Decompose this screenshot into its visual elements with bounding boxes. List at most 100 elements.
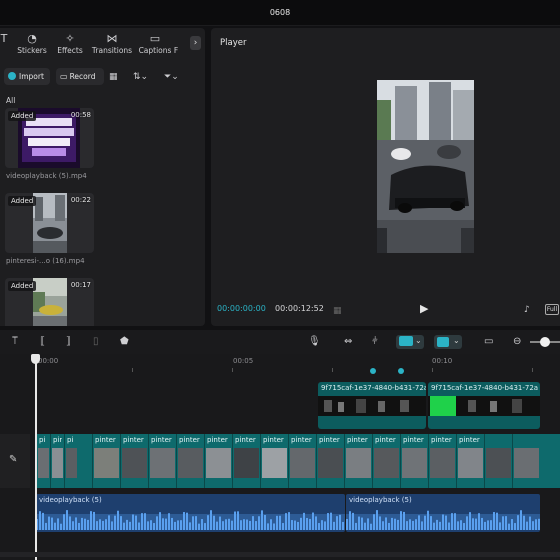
link-icon[interactable]: ⇔: [344, 335, 352, 349]
zoom-slider-handle[interactable]: [540, 337, 550, 347]
added-badge: Added: [8, 196, 37, 206]
ruler-label: 00:05: [233, 357, 254, 365]
import-icon: [8, 72, 16, 80]
filter-funnel-icon[interactable]: ⏷⌄: [164, 71, 179, 83]
keyframe-marker[interactable]: [370, 368, 376, 374]
marker-icon[interactable]: ⬟: [120, 335, 129, 349]
tab-effects[interactable]: ✧ Effects: [48, 32, 92, 55]
video-clip[interactable]: pinter: [400, 434, 428, 488]
video-clip[interactable]: pinter: [92, 434, 120, 488]
current-time: 00:00:00:00: [217, 304, 266, 313]
video-clip[interactable]: pinter: [344, 434, 372, 488]
audio-waveform: [346, 510, 540, 530]
video-clip[interactable]: pinter: [372, 434, 400, 488]
video-clip[interactable]: [484, 434, 512, 488]
preview-axis-toggle[interactable]: ⌄: [434, 335, 462, 349]
video-clip[interactable]: pinter: [148, 434, 176, 488]
snap-icon[interactable]: ⫩: [372, 335, 378, 349]
tab-transitions[interactable]: ⋈ Transitions: [90, 32, 134, 55]
all-label: All: [6, 96, 16, 105]
video-clip[interactable]: pinter: [456, 434, 484, 488]
video-clip[interactable]: pinter: [316, 434, 344, 488]
timecode-grid-icon[interactable]: ▦: [333, 305, 342, 317]
audio-clip[interactable]: videoplayback (5): [36, 494, 345, 532]
audio-waveform: [36, 510, 345, 530]
thumbnail-toggle-icon[interactable]: ▭: [484, 335, 493, 349]
tab-filters[interactable]: F: [166, 32, 186, 55]
zoom-out-icon[interactable]: ⊖: [513, 335, 521, 349]
duration-label: 00:22: [70, 196, 91, 204]
player-panel: Player 00:00:00:00 00:00:12:52 ▦ ▶ ♪ Ful…: [211, 28, 560, 326]
added-badge: Added: [8, 281, 37, 291]
import-button[interactable]: Import: [4, 68, 50, 85]
main-track-tools: ✎: [0, 434, 30, 488]
video-preview[interactable]: [377, 80, 474, 253]
auto-snap-toggle[interactable]: ⌄: [396, 335, 424, 349]
timeline-toolbar: ⟙ ⟦ ⟧ ▯ ⬟ 🎙 ⇔ ⫩ ⌄ ⌄ ▭ ⊖: [0, 330, 560, 354]
overlay-clip[interactable]: 9f715caf-1e37-4840-b431-72a: [318, 382, 426, 429]
overlay-clip[interactable]: 9f715caf-1e37-4840-b431-72a: [428, 382, 540, 429]
media-item[interactable]: Added 00:17: [5, 278, 94, 326]
media-item[interactable]: Added 00:58: [5, 108, 94, 168]
clip-label: videoplayback (5): [39, 496, 102, 504]
timeline[interactable]: 00:00 00:05 00:10 9f715caf-1e37-4840-b43…: [0, 354, 560, 560]
media-panel: T ◔ Stickers ✧ Effects ⋈ Transitions ▭ C…: [0, 28, 205, 326]
tiktok-icon[interactable]: ♪: [524, 304, 530, 316]
chevron-down-icon: ⌄: [415, 336, 422, 345]
clip-label: 9f715caf-1e37-4840-b431-72a: [321, 384, 426, 392]
edit-pencil-icon[interactable]: ✎: [9, 454, 17, 465]
split-icon[interactable]: ⟙: [12, 335, 18, 349]
split-right-icon[interactable]: ⟧: [66, 335, 71, 349]
video-clip[interactable]: pinter: [120, 434, 148, 488]
video-clip[interactable]: pinter: [428, 434, 456, 488]
ruler-tick: [232, 368, 233, 372]
chevron-right-icon: ›: [193, 38, 198, 48]
title-bar: 0608: [0, 0, 560, 26]
clip-label: videoplayback (5): [349, 496, 412, 504]
audio-clip[interactable]: videoplayback (5): [346, 494, 540, 532]
video-clip[interactable]: pi: [36, 434, 50, 488]
filter-icon: [166, 32, 186, 46]
fullscreen-button[interactable]: Full: [545, 304, 559, 315]
video-clip[interactable]: pinter: [176, 434, 204, 488]
video-clip[interactable]: [512, 434, 540, 488]
ruler-tick: [432, 368, 433, 372]
play-button[interactable]: ▶: [420, 302, 428, 315]
record-button[interactable]: ▭ Record: [56, 68, 104, 85]
video-clip[interactable]: pinter: [260, 434, 288, 488]
total-time: 00:00:12:52: [275, 304, 324, 313]
ruler-tick: [132, 368, 133, 372]
video-clip[interactable]: pinter: [204, 434, 232, 488]
ruler-tick: [332, 368, 333, 372]
main-video-track[interactable]: pi pir pi pinter pinter pinter pinter pi…: [36, 434, 560, 488]
playhead-handle[interactable]: [31, 354, 40, 364]
zoom-slider[interactable]: [530, 337, 560, 347]
sort-icon[interactable]: ⇅⌄: [133, 71, 148, 83]
media-item[interactable]: Added 00:22: [5, 193, 94, 253]
effects-icon: ✧: [65, 32, 75, 45]
clip-frames: [428, 396, 540, 416]
play-icon: ▶: [420, 302, 429, 315]
media-filename: videoplayback (5).mp4: [6, 172, 87, 180]
microphone-icon[interactable]: 🎙: [308, 335, 321, 349]
video-clip[interactable]: pi: [64, 434, 78, 488]
added-badge: Added: [8, 111, 37, 121]
playhead[interactable]: [35, 354, 37, 560]
video-clip[interactable]: pinter: [288, 434, 316, 488]
ruler-label: 00:10: [432, 357, 453, 365]
tabs-scroll-right-button[interactable]: ›: [190, 36, 201, 50]
split-left-icon[interactable]: ⟦: [40, 335, 45, 349]
player-title: Player: [220, 38, 247, 48]
duration-label: 00:17: [70, 281, 91, 289]
video-clip[interactable]: pinter: [232, 434, 260, 488]
duration-label: 00:58: [70, 111, 91, 119]
ruler-label: 00:00: [38, 357, 59, 365]
media-thumbnail: [33, 193, 67, 253]
media-thumbnail: [33, 278, 67, 326]
delete-icon[interactable]: ▯: [93, 335, 99, 349]
video-clip[interactable]: pir: [50, 434, 64, 488]
grid-view-icon[interactable]: ▦: [109, 71, 118, 83]
chevron-down-icon: ⌄: [453, 336, 460, 345]
timeline-scrollbar[interactable]: [0, 552, 560, 557]
keyframe-marker[interactable]: [398, 368, 404, 374]
